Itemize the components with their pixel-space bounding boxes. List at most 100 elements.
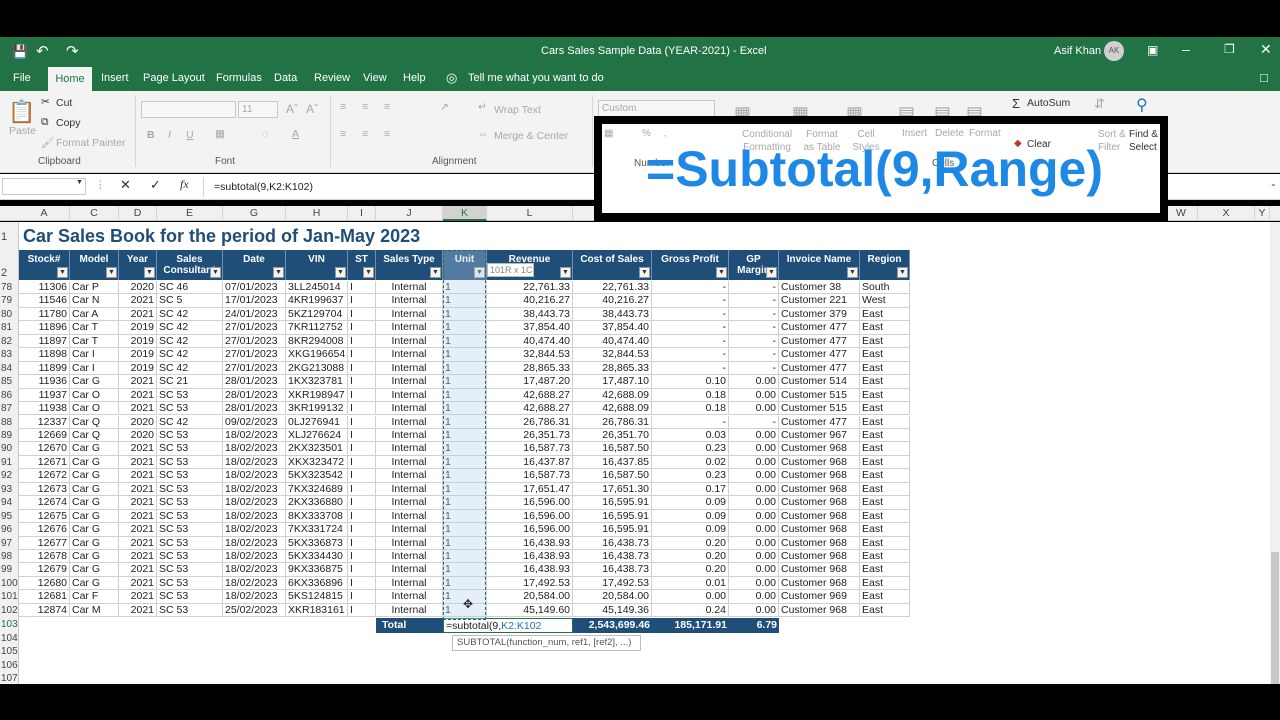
table-cell[interactable]: 5KZ129704 [286, 307, 348, 322]
table-cell[interactable]: 16,595.91 [573, 509, 652, 524]
table-cell[interactable]: Internal [376, 576, 443, 591]
table-cell[interactable]: I [348, 402, 376, 416]
filter-dropdown-icon[interactable]: ▼ [766, 267, 777, 278]
format-painter-icon[interactable]: 🖌 [41, 136, 54, 149]
table-cell[interactable]: 1 [443, 281, 487, 295]
table-cell[interactable]: Car G [70, 550, 119, 564]
column-header-j[interactable]: J [376, 206, 443, 221]
table-cell[interactable]: East [860, 536, 910, 550]
cancel-icon[interactable]: ✕ [120, 177, 131, 193]
table-cell[interactable]: 28/01/2023 [223, 402, 286, 416]
undo-icon[interactable]: ↶ [36, 42, 49, 60]
table-cell[interactable]: 18/02/2023 [223, 442, 286, 456]
table-cell[interactable]: 0.00 [729, 523, 779, 537]
table-cell[interactable]: 1 [443, 307, 487, 322]
table-cell[interactable]: East [860, 321, 910, 335]
row-header[interactable]: 91 [0, 457, 19, 468]
table-cell[interactable]: 16,595.91 [573, 496, 652, 510]
column-header-h[interactable]: H [286, 206, 348, 221]
copy-button[interactable]: Copy [56, 117, 81, 129]
table-cell[interactable]: Car G [70, 536, 119, 550]
table-cell[interactable]: Internal [376, 321, 443, 335]
table-cell[interactable]: I [348, 388, 376, 403]
table-cell[interactable]: 2021 [119, 603, 157, 618]
table-cell[interactable]: 0.24 [652, 603, 729, 618]
table-cell[interactable]: I [348, 509, 376, 524]
table-cell[interactable]: 40,474.40 [487, 334, 573, 349]
name-box[interactable] [2, 178, 86, 195]
table-cell[interactable]: 1 [443, 388, 487, 403]
column-header-i[interactable]: I [348, 206, 376, 221]
row-header[interactable]: 104 [0, 633, 19, 644]
table-cell[interactable]: I [348, 590, 376, 604]
table-cell[interactable]: 42,688.09 [573, 402, 652, 416]
table-cell[interactable]: Internal [376, 563, 443, 577]
table-cell[interactable]: SC 53 [157, 523, 223, 537]
table-cell[interactable]: Internal [376, 281, 443, 295]
table-cell[interactable]: 0.20 [652, 563, 729, 577]
table-cell[interactable]: Internal [376, 509, 443, 524]
table-cell[interactable]: 12681 [19, 590, 70, 604]
tab-review[interactable]: Review [314, 72, 350, 84]
table-cell[interactable]: East [860, 428, 910, 443]
table-cell[interactable]: 1 [443, 442, 487, 456]
row-header[interactable]: 2 [0, 267, 19, 279]
table-cell[interactable]: SC 42 [157, 321, 223, 335]
table-cell[interactable]: SC 42 [157, 348, 223, 362]
fill-color-icon[interactable]: ◌ [262, 128, 268, 140]
table-cell[interactable]: Internal [376, 523, 443, 537]
header-gp-margin[interactable]: GP Margin ▼ [729, 250, 779, 280]
table-cell[interactable]: Internal [376, 496, 443, 510]
table-cell[interactable]: 12669 [19, 428, 70, 443]
maximize-icon[interactable]: ❐ [1224, 42, 1235, 56]
table-cell[interactable]: 32,844.53 [573, 348, 652, 362]
worksheet-grid[interactable]: 1 2 78 79 80 81 82 83 84 85 86 87 88 89 90 91 92 93 94 95… [0, 222, 1280, 684]
table-cell[interactable]: 8KX333708 [286, 509, 348, 524]
table-cell[interactable]: - [729, 307, 779, 322]
table-cell[interactable]: - [652, 321, 729, 335]
table-cell[interactable]: SC 53 [157, 563, 223, 577]
table-cell[interactable]: SC 42 [157, 334, 223, 349]
table-cell[interactable]: 16,595.91 [573, 523, 652, 537]
table-cell[interactable]: 0.17 [652, 482, 729, 497]
table-cell[interactable]: Car I [70, 361, 119, 376]
table-cell[interactable]: 2KG213088 [286, 361, 348, 376]
table-cell[interactable]: 1 [443, 321, 487, 335]
table-cell[interactable]: 16,587.73 [487, 469, 573, 483]
row-header[interactable]: 80 [0, 309, 19, 320]
filter-dropdown-icon[interactable]: ▼ [847, 267, 858, 278]
row-header[interactable]: 97 [0, 538, 19, 549]
align-left-icon[interactable]: ≡ [340, 128, 346, 140]
table-cell[interactable]: 45,149.60 [487, 603, 573, 618]
tab-insert[interactable]: Insert [101, 72, 129, 84]
table-cell[interactable]: 12670 [19, 442, 70, 456]
table-cell[interactable]: 11780 [19, 307, 70, 322]
row-header[interactable]: 107 [0, 673, 19, 684]
row-header[interactable]: 95 [0, 511, 19, 522]
table-cell[interactable]: SC 53 [157, 428, 223, 443]
table-cell[interactable]: Internal [376, 536, 443, 550]
insert-function-icon[interactable]: fx [180, 177, 189, 192]
table-cell[interactable]: Customer 477 [779, 321, 860, 335]
row-header[interactable]: 99 [0, 564, 19, 575]
table-cell[interactable]: 12671 [19, 455, 70, 470]
tab-view[interactable]: View [363, 72, 387, 84]
table-cell[interactable]: 16,438.73 [573, 550, 652, 564]
table-cell[interactable]: SC 53 [157, 455, 223, 470]
table-cell[interactable]: 1 [443, 509, 487, 524]
table-cell[interactable]: 16,437.87 [487, 455, 573, 470]
table-cell[interactable]: 1 [443, 536, 487, 550]
table-cell[interactable]: Customer 477 [779, 348, 860, 362]
table-cell[interactable]: 18/02/2023 [223, 509, 286, 524]
table-cell[interactable]: 1 [443, 455, 487, 470]
row-header[interactable]: 90 [0, 443, 19, 454]
table-cell[interactable]: Internal [376, 469, 443, 483]
table-cell[interactable]: 0.23 [652, 469, 729, 483]
table-cell[interactable]: East [860, 402, 910, 416]
filter-dropdown-icon[interactable]: ▼ [897, 267, 908, 278]
table-cell[interactable]: East [860, 442, 910, 456]
table-cell[interactable]: 12680 [19, 576, 70, 591]
table-cell[interactable]: Internal [376, 415, 443, 429]
minimize-icon[interactable]: – [1182, 41, 1190, 57]
filter-dropdown-icon[interactable]: ▼ [639, 267, 650, 278]
